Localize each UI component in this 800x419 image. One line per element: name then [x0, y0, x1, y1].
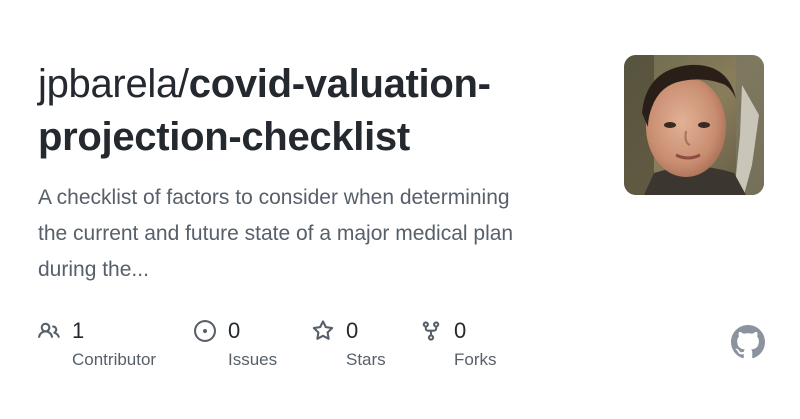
bottom-strip: [0, 409, 800, 419]
social-preview-card: jpbarela/covid-valuation- projection-che…: [0, 0, 800, 419]
stat-forks[interactable]: 0 Forks: [420, 314, 497, 374]
repo-owner[interactable]: jpbarela/: [38, 62, 189, 106]
forks-count: 0: [454, 318, 467, 343]
contributors-label: Contributor: [72, 350, 157, 369]
repo-name-line-2[interactable]: projection-checklist: [38, 115, 410, 159]
forks-label: Forks: [454, 350, 497, 369]
star-icon: [312, 320, 334, 342]
stars-count: 0: [346, 318, 359, 343]
contributors-count: 1: [72, 318, 85, 343]
issues-label: Issues: [228, 350, 278, 369]
issue-opened-icon: [194, 320, 216, 342]
description-line-3: during the...: [38, 258, 149, 281]
description-line-1: A checklist of factors to consider when …: [38, 186, 510, 209]
github-mark-icon[interactable]: [731, 325, 765, 359]
repo-title[interactable]: jpbarela/covid-valuation- projection-che…: [38, 58, 598, 164]
stat-stars[interactable]: 0 Stars: [312, 314, 386, 374]
stat-issues[interactable]: 0 Issues: [194, 314, 277, 374]
stars-label: Stars: [346, 350, 386, 369]
people-icon: [38, 320, 60, 342]
owner-avatar[interactable]: [624, 55, 764, 195]
avatar-photo: [624, 55, 764, 195]
issues-count: 0: [228, 318, 241, 343]
description-line-2: the current and future state of a major …: [38, 222, 514, 245]
stat-contributors[interactable]: 1 Contributor: [38, 314, 156, 374]
repo-description: A checklist of factors to consider when …: [38, 180, 598, 288]
repo-name-line-1[interactable]: covid-valuation-: [189, 62, 491, 106]
repo-forked-icon: [420, 320, 442, 342]
